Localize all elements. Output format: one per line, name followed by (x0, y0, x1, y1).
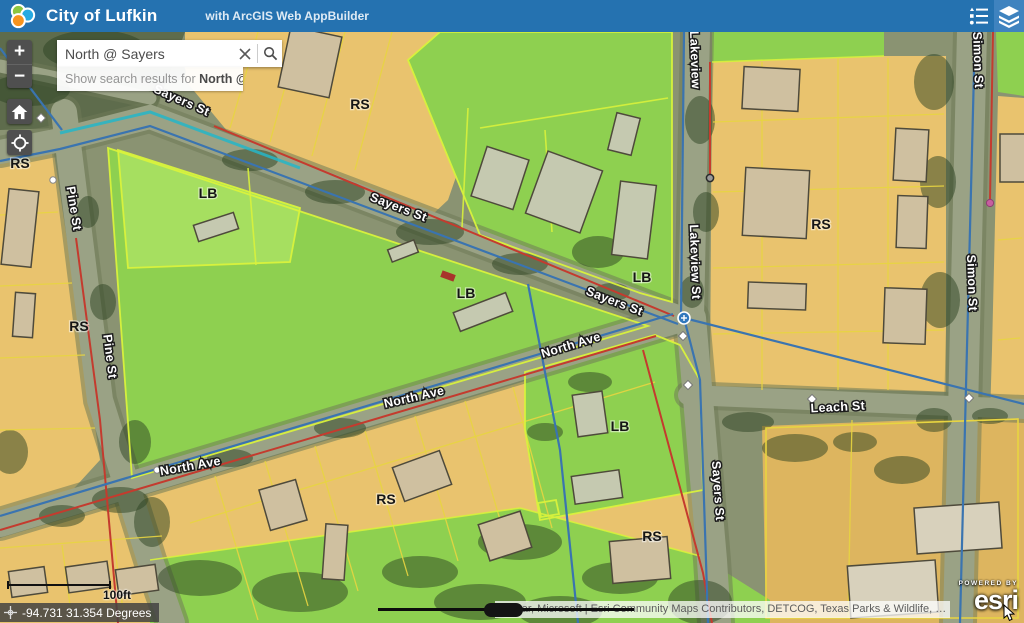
app-header: City of Lufkin with ArcGIS Web AppBuilde… (0, 0, 1024, 32)
legend-icon (968, 5, 990, 27)
suggestion-term: North @ Say… (199, 72, 243, 86)
search-widget (57, 40, 282, 67)
powered-by-esri-logo: POWERED BY esri (959, 581, 1018, 615)
home-icon (11, 104, 28, 120)
zone-label: RS (10, 155, 29, 171)
building-footprint (115, 564, 158, 595)
locate-icon (11, 134, 29, 152)
building-footprint (12, 292, 35, 337)
zoom-out-button[interactable]: − (7, 64, 32, 88)
close-icon (239, 48, 251, 60)
building-footprint (1000, 134, 1024, 182)
search-icon (263, 46, 278, 61)
map-canvas[interactable]: Sayers StSayers StSayers StSayers StNort… (0, 0, 1024, 623)
zoom-widget: + − (7, 40, 32, 88)
layers-button[interactable] (994, 0, 1024, 32)
building-footprint (883, 288, 927, 344)
search-submit-button[interactable] (258, 40, 282, 67)
zone-label: RS (642, 528, 661, 544)
zone-label: RS (350, 96, 369, 112)
search-clear-button[interactable] (233, 40, 257, 67)
building-footprint (742, 167, 809, 238)
layers-icon (997, 4, 1021, 28)
building-footprint (914, 502, 1002, 554)
attribution-scrollbar-thumb[interactable] (484, 603, 523, 617)
zone-label: LB (199, 185, 218, 201)
zone-label: RS (811, 216, 830, 232)
building-footprint (65, 561, 110, 593)
search-suggestion[interactable]: Show search results for North @ Say… (57, 67, 243, 91)
street-label: Lakeview St (687, 224, 704, 300)
zone-label: LB (457, 285, 476, 301)
page-title: City of Lufkin (46, 6, 157, 26)
zone-label: LB (633, 269, 652, 285)
building-footprint (748, 282, 807, 310)
building-footprint (571, 470, 622, 504)
street-label: Leach St (810, 399, 866, 416)
app-window: Sayers StSayers StSayers StSayers StNort… (0, 0, 1024, 623)
building-footprint (893, 128, 929, 182)
locate-button[interactable] (7, 130, 32, 155)
zone-label: RS (69, 318, 88, 334)
crosshair-icon (4, 606, 17, 619)
street-label: Lakeview (687, 31, 703, 89)
zoom-in-button[interactable]: + (7, 40, 32, 64)
coordinates-readout: -94.731 31.354 Degrees (22, 606, 151, 620)
zone-label: LB (611, 418, 630, 434)
coordinates-widget: -94.731 31.354 Degrees (0, 603, 159, 622)
search-input[interactable] (57, 40, 233, 67)
building-footprint (742, 67, 800, 112)
page-subtitle: with ArcGIS Web AppBuilder (205, 9, 369, 23)
suggestion-prefix: Show search results for (65, 72, 199, 86)
building-footprint (322, 524, 348, 580)
app-logo-icon (8, 3, 38, 29)
building-footprint (8, 567, 47, 598)
building-footprint (896, 195, 928, 248)
building-footprint (572, 391, 608, 437)
zone-label: RS (376, 491, 395, 507)
street-label: Simon St (970, 31, 986, 89)
street-label: Simon St (964, 254, 980, 312)
esri-wordmark: esri (959, 587, 1018, 614)
legend-button[interactable] (964, 0, 994, 32)
home-button[interactable] (7, 99, 32, 124)
